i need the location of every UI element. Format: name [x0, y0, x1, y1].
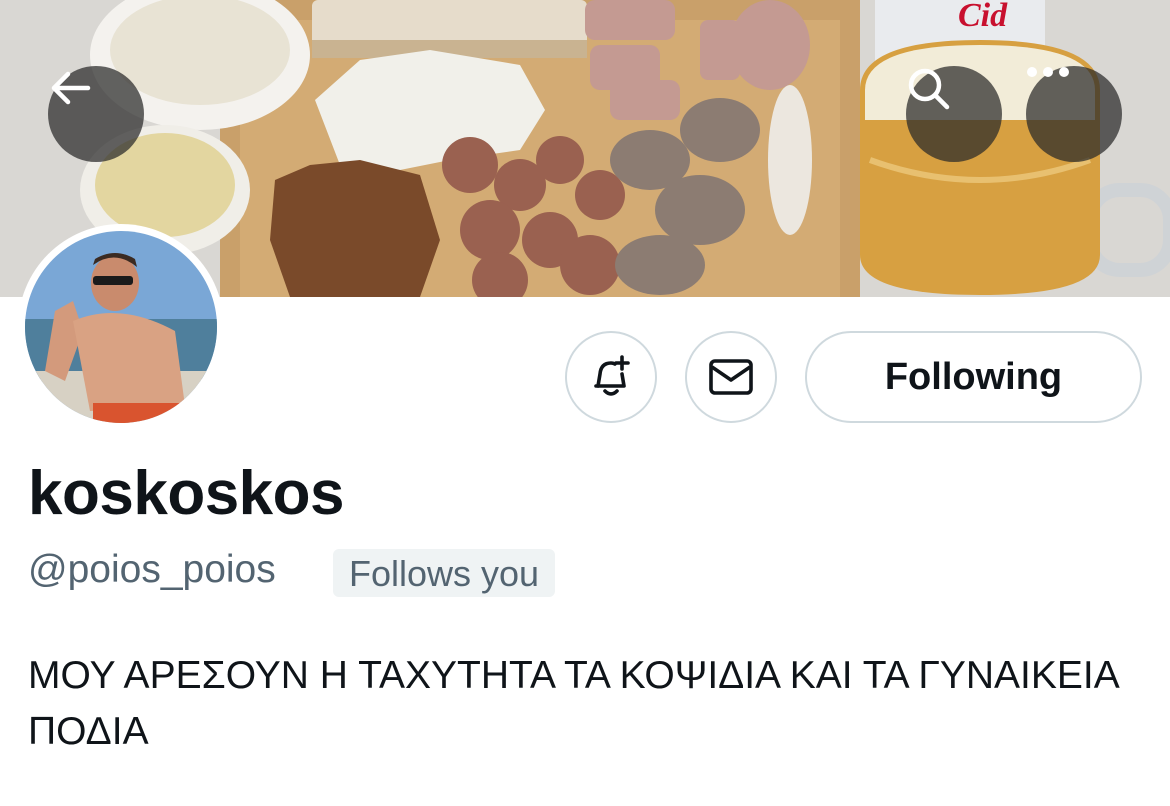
- back-button[interactable]: [48, 66, 144, 162]
- more-options-button[interactable]: [1026, 66, 1122, 162]
- follows-you-badge: Follows you: [333, 549, 556, 597]
- banner-can-text: Cid: [958, 0, 1008, 34]
- bell-plus-icon: [594, 355, 630, 396]
- search-button[interactable]: [906, 66, 1002, 162]
- search-icon: [908, 68, 950, 110]
- message-button[interactable]: [685, 331, 777, 423]
- user-handle: @poios_poios: [28, 548, 276, 591]
- display-name: koskoskos: [28, 459, 345, 528]
- profile-avatar[interactable]: [18, 224, 224, 430]
- avatar-image: [25, 231, 217, 423]
- more-horizontal-icon: [1027, 67, 1069, 77]
- notifications-button[interactable]: [565, 331, 657, 423]
- arrow-left-icon: [51, 71, 91, 105]
- profile-bio: ΜΟΥ ΑΡΕΣΟΥΝ Η ΤΑΧΥΤΗΤΑ ΤΑ ΚΟΨΙΔΙΑ ΚΑΙ ΤΑ…: [28, 654, 1118, 753]
- following-button[interactable]: Following: [805, 331, 1142, 423]
- envelope-icon: [709, 359, 753, 395]
